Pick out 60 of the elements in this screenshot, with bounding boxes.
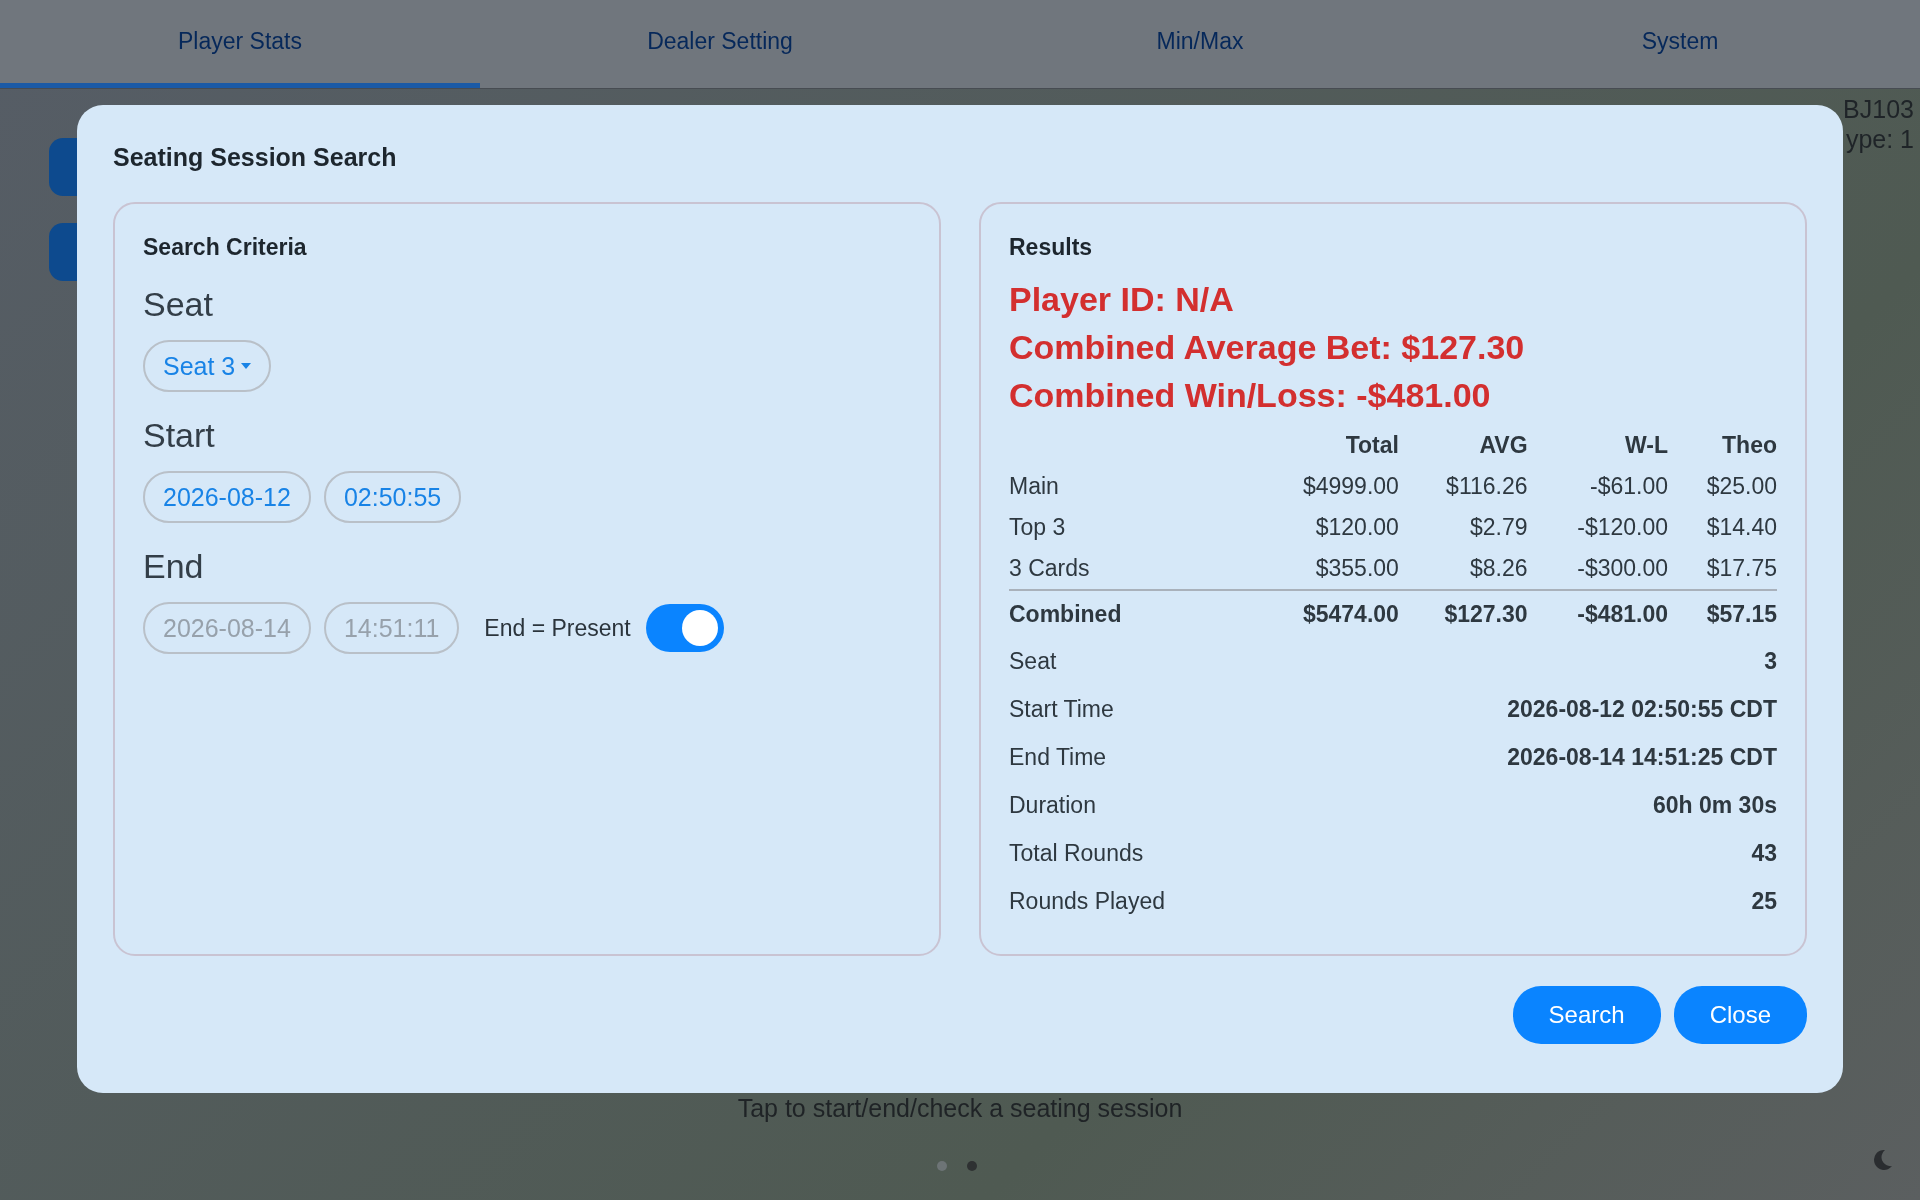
table-cell: $4999.00	[1302, 473, 1399, 499]
table-cell: $14.40	[1706, 514, 1777, 540]
table-cell: $355.00	[1315, 555, 1399, 581]
caret-icon	[241, 363, 252, 369]
detail-label: Duration	[1009, 791, 1096, 818]
field-label: Start	[143, 416, 216, 455]
detail-value: 43	[1751, 839, 1777, 866]
tab[interactable]: Dealer Setting	[480, 0, 960, 88]
detail-value: 2026-08-12 02:50:55 CDT	[1507, 695, 1777, 722]
field-label: End	[143, 547, 205, 586]
result-highlight: Combined Win/Loss: -$481.00	[1009, 375, 1492, 416]
field-label: Seat	[143, 285, 214, 324]
seat-dropdown[interactable]: Seat 3	[143, 340, 272, 392]
table-cell: $25.00	[1706, 473, 1777, 499]
detail-label: Rounds Played	[1009, 887, 1165, 914]
table-cell: $120.00	[1315, 514, 1399, 540]
page-dot[interactable]	[967, 1161, 977, 1171]
tab[interactable]: Player Stats	[0, 0, 480, 88]
table-cell: $5474.00	[1302, 600, 1399, 627]
result-highlight: Player ID: N/A	[1009, 279, 1235, 320]
table-cell: $2.79	[1470, 514, 1528, 540]
detail-label: Total Rounds	[1009, 839, 1144, 866]
detail-value: 2026-08-14 14:51:25 CDT	[1507, 743, 1777, 770]
panel-title: Results	[1009, 234, 1094, 261]
table-cell: -$481.00	[1577, 600, 1669, 627]
detail-value: 60h 0m 30s	[1652, 791, 1777, 818]
table-cell: -$300.00	[1577, 555, 1669, 581]
dialog-title: Seating Session Search	[113, 143, 398, 172]
column-header: W-L	[1625, 432, 1669, 458]
time-field[interactable]: 02:50:55	[323, 471, 462, 523]
table-cell: $8.26	[1470, 555, 1528, 581]
table-cell: -$120.00	[1577, 514, 1669, 540]
detail-value: 3	[1764, 647, 1777, 674]
table-cell: $127.30	[1444, 600, 1528, 627]
detail-label: End Time	[1009, 743, 1107, 770]
column-header: Theo	[1722, 432, 1777, 458]
date-field[interactable]: 2026-08-12	[143, 471, 311, 523]
table-cell: $17.75	[1706, 555, 1777, 581]
detail-label: Seat	[1009, 647, 1057, 674]
row-label: 3 Cards	[1009, 555, 1090, 581]
dialog-button[interactable]: Search	[1512, 986, 1661, 1044]
table-cell: $57.15	[1706, 600, 1777, 627]
dialog-button[interactable]: Close	[1673, 986, 1807, 1044]
toggle-label: End = Present	[484, 614, 631, 642]
table-cell: -$61.00	[1590, 473, 1669, 499]
row-label: Top 3	[1009, 514, 1066, 540]
table-cell: $116.26	[1446, 473, 1528, 499]
column-header: Total	[1345, 432, 1399, 458]
panel-title: Search Criteria	[143, 234, 308, 261]
row-label: Combined	[1009, 600, 1122, 627]
result-highlight: Combined Average Bet: $127.30	[1009, 327, 1526, 368]
page-dot[interactable]	[937, 1161, 947, 1171]
tab[interactable]: Min/Max	[960, 0, 1440, 88]
detail-value: 25	[1751, 887, 1777, 914]
detail-label: Start Time	[1009, 695, 1114, 722]
hint-text: Tap to start/end/check a seating session	[737, 1094, 1183, 1122]
column-header: AVG	[1479, 432, 1528, 458]
tab[interactable]: System	[1440, 0, 1920, 88]
row-label: Main	[1009, 473, 1059, 499]
toggle-switch[interactable]	[645, 604, 724, 652]
